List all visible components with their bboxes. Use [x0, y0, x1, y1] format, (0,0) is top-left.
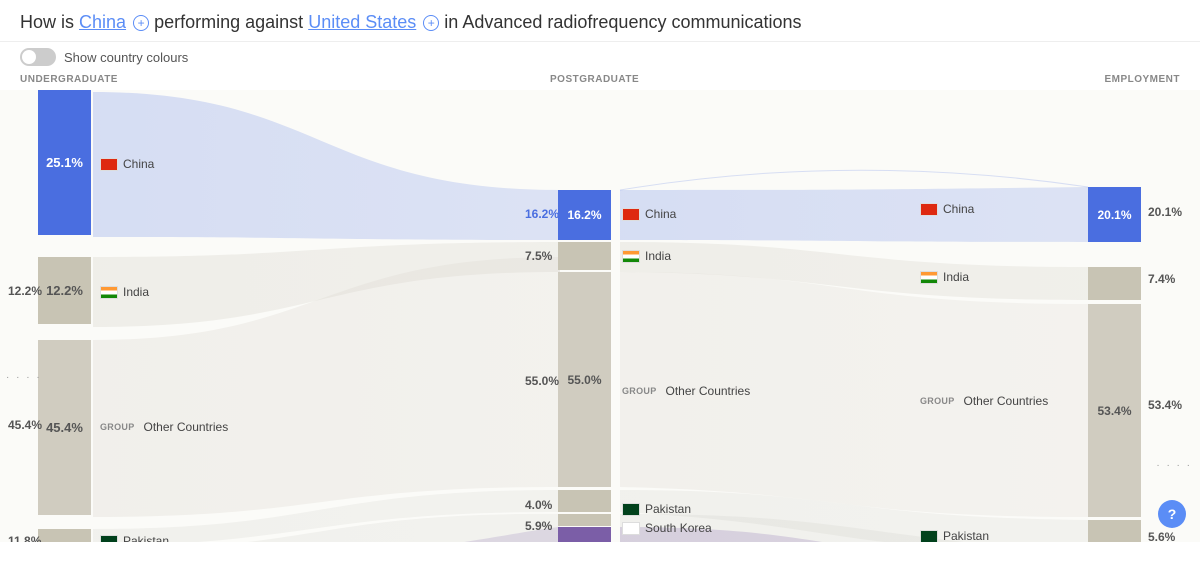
pg-southkorea-pct: 5.9%	[525, 519, 552, 533]
em-china-bar: 20.1%	[1088, 187, 1141, 242]
help-button[interactable]: ?	[1158, 500, 1186, 528]
country2-add-btn[interactable]: +	[423, 15, 439, 31]
pg-china-bar: 16.2%	[558, 190, 611, 240]
ug-china-label: China	[100, 157, 154, 171]
ug-pakistan-bar	[38, 529, 91, 542]
india-flag-em	[920, 271, 938, 284]
left-dots: · · · ·	[6, 372, 42, 383]
em-india-bar	[1088, 267, 1141, 300]
header-prefix: How is	[20, 12, 74, 32]
em-pakistan-label: Pakistan	[920, 529, 989, 542]
pg-us-bar: 11.5%	[558, 527, 611, 542]
china-flag-em	[920, 203, 938, 216]
ug-india-pct: 12.2%	[8, 284, 42, 298]
pg-pakistan-label: Pakistan	[622, 502, 691, 516]
undergrad-label: UNDERGRADUATE	[20, 74, 118, 85]
em-other-pct: 53.4%	[1148, 398, 1182, 412]
right-dots: · · · ·	[1156, 460, 1192, 471]
page-header: How is China + performing against United…	[0, 0, 1200, 42]
pg-pakistan-bar	[558, 490, 611, 512]
header-topic: Advanced radiofrequency communications	[462, 12, 801, 32]
ug-india-bar: 12.2%	[38, 257, 91, 324]
pg-india-label: India	[622, 249, 671, 263]
pakistan-flag-em	[920, 530, 938, 543]
pg-southkorea-bar	[558, 514, 611, 526]
country1-add-btn[interactable]: +	[133, 15, 149, 31]
china-flag-pg	[622, 208, 640, 221]
toggle-label: Show country colours	[64, 50, 188, 65]
header-middle2: in	[444, 12, 458, 32]
ug-other-pct: 45.4%	[8, 418, 42, 432]
pg-other-pct: 55.0%	[525, 374, 559, 388]
country1-link[interactable]: China	[79, 12, 126, 32]
country2-link[interactable]: United States	[308, 12, 416, 32]
employment-label: EMPLOYMENT	[1104, 74, 1180, 85]
postgrad-label: POSTGRADUATE	[550, 74, 639, 85]
em-china-label: China	[920, 202, 974, 216]
pg-other-label: GROUP Other Countries	[622, 384, 750, 398]
em-pakistan-pct: 5.6%	[1148, 530, 1175, 542]
pg-china-label: China	[622, 207, 676, 221]
ug-other-bar: 45.4%	[38, 340, 91, 515]
em-pakistan-bar	[1088, 520, 1141, 542]
pg-other-bar: 55.0%	[558, 272, 611, 487]
ug-pakistan-pct: 11.8%	[8, 534, 41, 542]
show-colours-toggle[interactable]	[20, 48, 56, 66]
pg-southkorea-label: South Korea	[622, 521, 712, 535]
pakistan-flag-pg	[622, 503, 640, 516]
ug-pakistan-label: Pakistan	[100, 534, 169, 542]
pg-china-pct: 16.2%	[525, 207, 559, 221]
em-other-label: GROUP Other Countries	[920, 394, 1048, 408]
pg-pakistan-pct: 4.0%	[525, 498, 552, 512]
em-india-label: India	[920, 270, 969, 284]
chart-area: UNDERGRADUATE POSTGRADUATE EMPLOYMENT	[0, 72, 1200, 542]
pg-india-bar	[558, 242, 611, 270]
em-other-bar: 53.4%	[1088, 304, 1141, 517]
sk-flag-pg	[622, 522, 640, 535]
ug-india-label: India	[100, 285, 149, 299]
india-flag-pg	[622, 250, 640, 263]
toggle-row: Show country colours	[0, 42, 1200, 72]
pakistan-flag-ug	[100, 535, 118, 543]
em-china-pct: 20.1%	[1148, 205, 1182, 219]
ug-other-label: GROUP Other Countries	[100, 420, 228, 434]
india-flag-ug	[100, 286, 118, 299]
china-flag-ug	[100, 158, 118, 171]
header-middle1: performing against	[154, 12, 303, 32]
ug-china-bar: 25.1%	[38, 90, 91, 235]
pg-india-pct: 7.5%	[525, 249, 552, 263]
em-india-pct: 7.4%	[1148, 272, 1175, 286]
